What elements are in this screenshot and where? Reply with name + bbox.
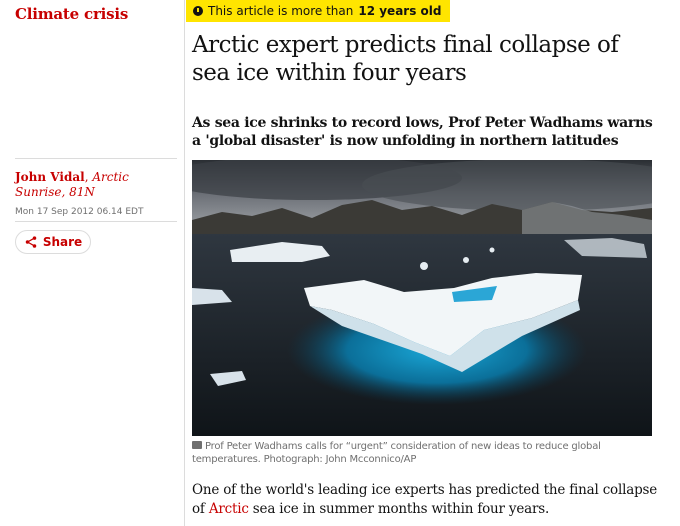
column-divider [184, 0, 185, 526]
standfirst: As sea ice shrinks to record lows, Prof … [192, 115, 653, 149]
body-text-end: sea ice in summer months within four yea… [252, 501, 550, 517]
article-body: One of the world's leading ice experts h… [192, 481, 662, 519]
article-age-notice: This article is more than 12 years old [186, 0, 451, 22]
iceberg-photo [192, 160, 652, 436]
share-button[interactable]: Share [15, 230, 91, 254]
camera-icon [192, 441, 202, 449]
article-image[interactable] [192, 160, 652, 436]
byline: John Vidal, Arctic Sunrise, 81N [15, 170, 177, 200]
dateline-divider [15, 221, 177, 222]
section-label[interactable]: Climate crisis [15, 5, 128, 23]
share-icon [25, 236, 37, 248]
author-link[interactable]: John Vidal [15, 170, 85, 184]
caption-text: Prof Peter Wadhams calls for “urgent” co… [192, 441, 601, 465]
arctic-link[interactable]: Arctic [209, 501, 249, 517]
left-column: Climate crisis John Vidal, Arctic Sunris… [0, 0, 185, 526]
age-notice-prefix: This article is more than [208, 4, 354, 18]
image-caption: Prof Peter Wadhams calls for “urgent” co… [192, 440, 652, 466]
byline-divider [15, 158, 177, 159]
age-notice-age: 12 years old [358, 4, 442, 18]
share-label: Share [42, 235, 83, 249]
page-title: Arctic expert predicts final collapse of… [192, 32, 619, 86]
dateline: Mon 17 Sep 2012 06.14 EDT [15, 207, 144, 217]
byline-separator: , [84, 170, 89, 184]
clock-icon [193, 6, 203, 16]
